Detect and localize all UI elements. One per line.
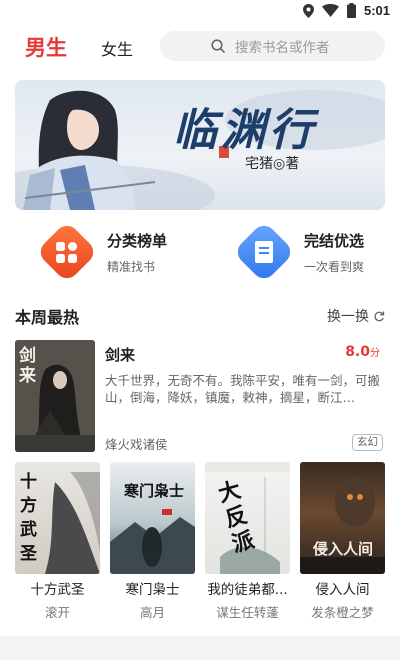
bottom-separator [0,636,400,660]
search-icon [211,39,225,53]
book-title: 侵入人间 [315,582,370,598]
book-title: 剑来 [105,346,136,364]
book-title: 寒门枭士 [125,582,180,598]
banner-title: 临渊行 [173,105,317,156]
featured-book[interactable]: 剑来 剑来 8.0分 大千世界，无奇不有。我陈平安，唯有一剑，可搬山，倒海，降妖… [15,340,385,452]
search-bar[interactable]: 搜索书名或作者 [160,31,385,61]
refresh-button[interactable]: 换一换 [327,306,385,326]
book-author: 烽火戏诸侯 [105,437,168,452]
book-author: 滚开 [44,605,70,620]
cover-title: 寒门枭士 [123,482,184,500]
book-grid: 十方武圣 十方武圣 滚开 寒门枭士 寒门枭士 高月 大反派 我的徒弟都... 谋… [15,462,385,622]
location-icon [302,3,314,18]
cover-title: 十方武圣 [20,472,37,564]
category-ranking-button[interactable]: 分类榜单 精准找书 [37,222,217,282]
cover-title: 剑来 [19,346,36,386]
promo-banner[interactable]: 临渊行 宅猪◎著 [15,80,385,210]
book-description: 大千世界，无奇不有。我陈平安，唯有一剑，可搬山，倒海，降妖，镇魔，敕神，摘星，断… [105,373,381,405]
search-placeholder: 搜索书名或作者 [235,40,330,56]
cover-title: 侵入人间 [312,540,373,558]
feature-subtitle: 精准找书 [107,260,156,274]
status-bar: 5:01 [0,0,400,24]
battery-icon [346,3,356,18]
wifi-icon [321,4,339,17]
book-cover: 剑来 [15,340,95,452]
banner-author: 宅猪◎著 [245,156,300,172]
feature-title: 完结优选 [304,232,365,250]
tab-female[interactable]: 女生 [101,36,133,60]
category-grid-icon [40,225,94,279]
book-cover: 大反派 [205,462,290,574]
book-icon [237,225,291,279]
cover-art [110,509,195,574]
section-title: 本周最热 [15,308,80,327]
book-author: 发条橙之梦 [311,605,374,620]
genre-tag: 玄幻 [352,434,383,451]
book-author: 谋生任转蓬 [216,605,279,620]
feature-title: 分类榜单 [107,232,168,250]
completed-picks-button[interactable]: 完结优选 一次看到爽 [234,222,400,282]
book-cover: 侵入人间 [300,462,385,574]
book-title: 我的徒弟都... [207,582,288,598]
book-title: 十方武圣 [30,582,85,598]
status-time: 5:01 [363,3,390,18]
refresh-icon [374,311,385,322]
book-cover: 十方武圣 [15,462,100,574]
book-score: 8.0分 [345,344,380,360]
book-author: 高月 [139,605,165,620]
top-header: 男生 女生 搜索书名或作者 [0,28,400,66]
feature-subtitle: 一次看到爽 [304,260,365,274]
refresh-label: 换一换 [327,309,369,325]
book-cover: 寒门枭士 [110,462,195,574]
tab-male[interactable]: 男生 [25,32,67,62]
